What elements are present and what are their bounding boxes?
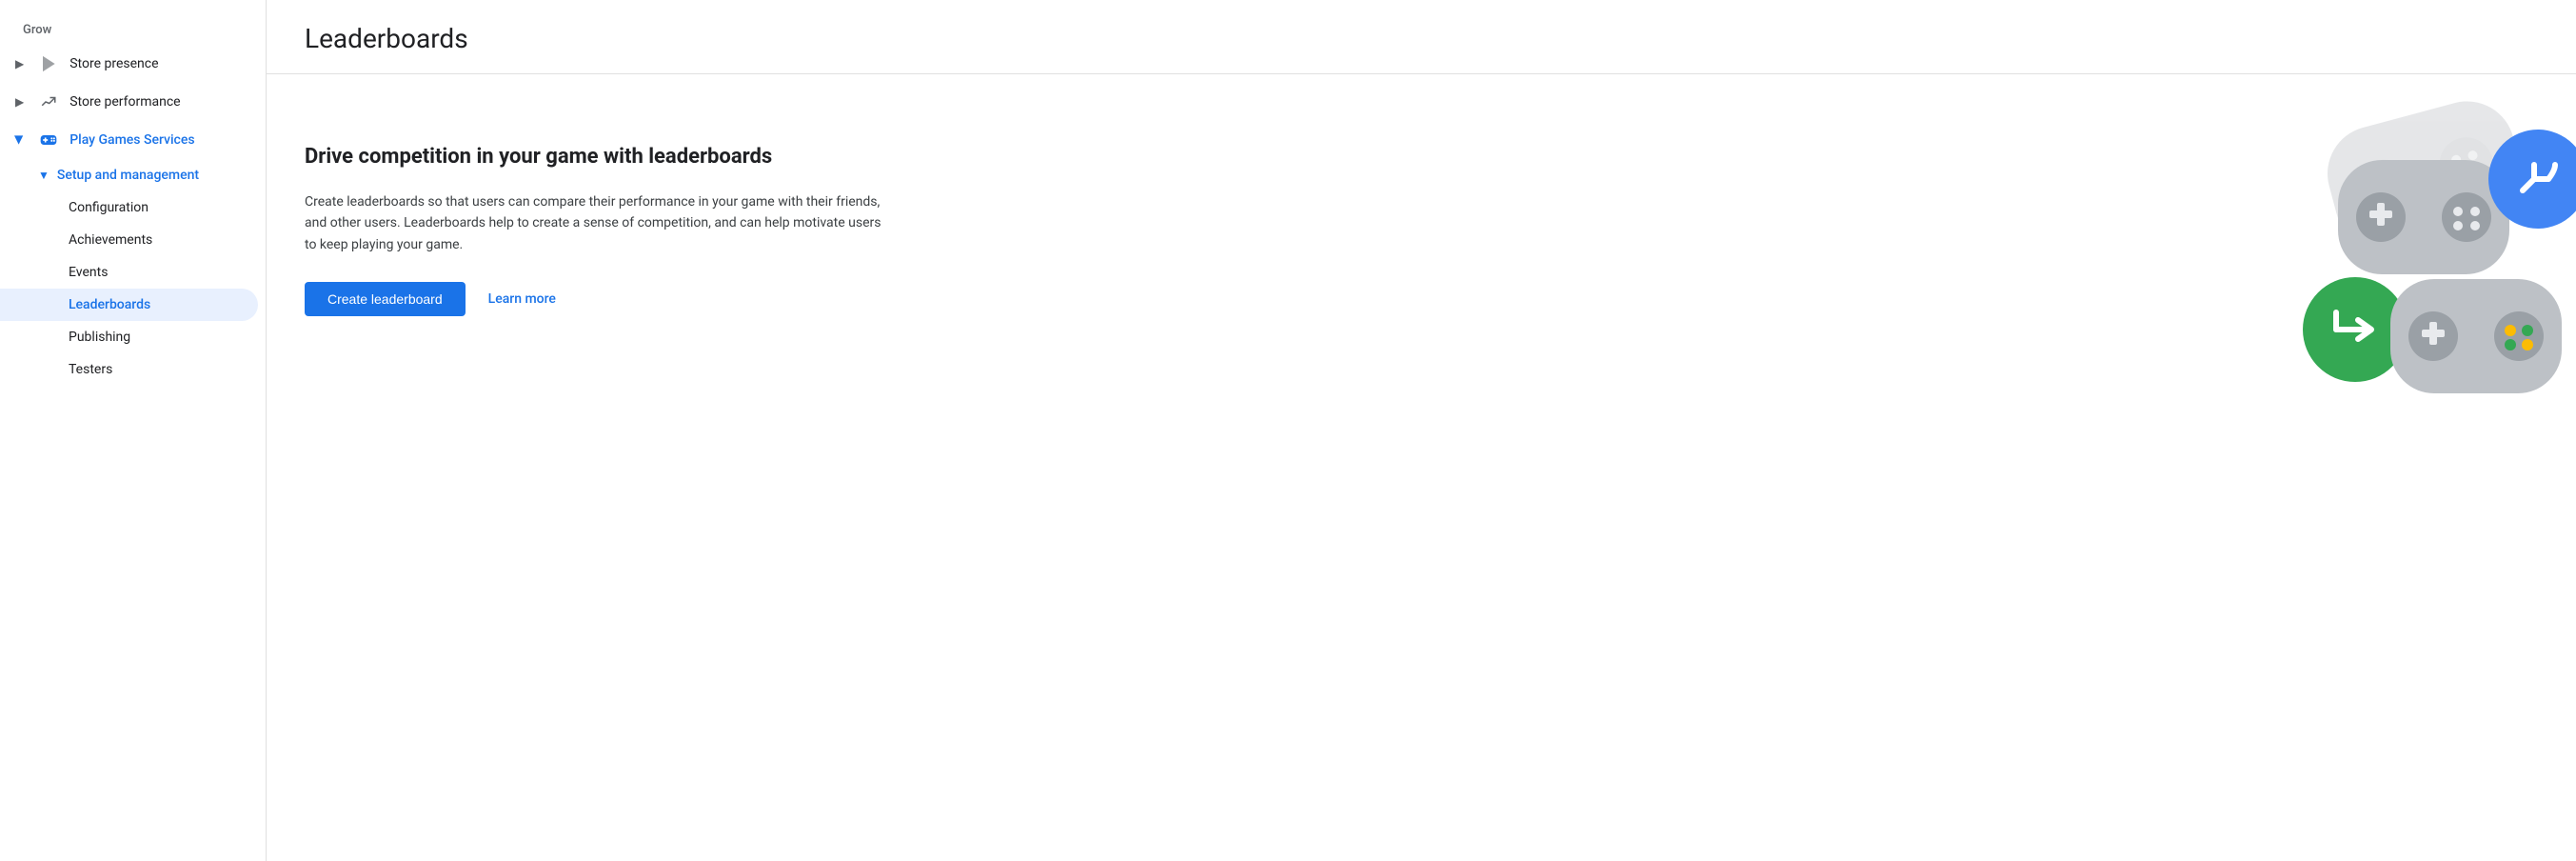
- sidebar: Grow ▶ Store presence ▶ Store performanc…: [0, 0, 267, 861]
- chevron-right-icon-2: ▶: [15, 95, 24, 109]
- page-header: Leaderboards: [267, 0, 2576, 74]
- sidebar-item-label-setup: Setup and management: [57, 168, 199, 183]
- sidebar-item-label-publishing: Publishing: [69, 330, 130, 345]
- sidebar-item-play-games-services[interactable]: ▶ Play Games Services: [0, 121, 258, 159]
- illustration: [2214, 93, 2576, 417]
- content-description: Create leaderboards so that users can co…: [305, 191, 895, 255]
- sidebar-item-publishing[interactable]: Publishing: [0, 321, 258, 353]
- main-content: Leaderboards Drive competition in your g…: [267, 0, 2576, 861]
- page-title: Leaderboards: [305, 23, 2538, 54]
- sidebar-item-setup-management[interactable]: ▼ Setup and management: [0, 159, 258, 191]
- sidebar-item-store-presence[interactable]: ▶ Store presence: [0, 45, 258, 83]
- sidebar-item-label-testers: Testers: [69, 362, 112, 377]
- sidebar-item-leaderboards[interactable]: Leaderboards: [0, 289, 258, 321]
- sidebar-item-label-store-presence: Store presence: [69, 56, 158, 71]
- sidebar-item-label-achievements: Achievements: [69, 232, 152, 248]
- content-left: Drive competition in your game with lead…: [305, 120, 895, 316]
- trending-icon: [39, 92, 58, 111]
- content-area: Drive competition in your game with lead…: [267, 74, 2576, 861]
- sidebar-item-label-play-games: Play Games Services: [69, 132, 194, 148]
- chevron-right-icon: ▶: [15, 57, 24, 70]
- sidebar-item-label-leaderboards: Leaderboards: [69, 297, 150, 312]
- sidebar-item-events[interactable]: Events: [0, 256, 258, 289]
- sidebar-item-label-configuration: Configuration: [69, 200, 149, 215]
- gamepad-illustration-svg: [2214, 93, 2576, 417]
- content-heading: Drive competition in your game with lead…: [305, 143, 895, 172]
- sidebar-item-store-performance[interactable]: ▶ Store performance: [0, 83, 258, 121]
- sidebar-item-achievements[interactable]: Achievements: [0, 224, 258, 256]
- create-leaderboard-button[interactable]: Create leaderboard: [305, 282, 466, 316]
- play-icon: [39, 54, 58, 73]
- chevron-down-icon: ▶: [13, 135, 27, 144]
- gamepad-icon: [39, 130, 58, 150]
- sidebar-item-label-store-performance: Store performance: [69, 94, 180, 110]
- sidebar-item-label-events: Events: [69, 265, 108, 280]
- sidebar-item-testers[interactable]: Testers: [0, 353, 258, 386]
- learn-more-link[interactable]: Learn more: [488, 291, 556, 307]
- sidebar-section-label: Grow: [0, 15, 266, 45]
- actions-row: Create leaderboard Learn more: [305, 282, 895, 316]
- sidebar-item-configuration[interactable]: Configuration: [0, 191, 258, 224]
- chevron-down-icon-2: ▼: [38, 169, 50, 182]
